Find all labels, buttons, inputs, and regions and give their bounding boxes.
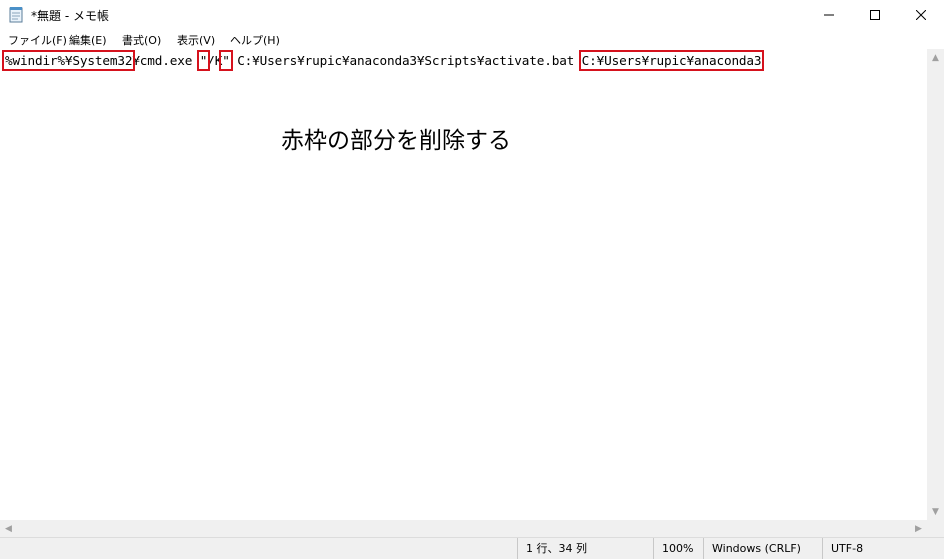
notepad-icon [9, 7, 23, 23]
scroll-left-icon[interactable]: ◀ [0, 520, 17, 537]
maximize-icon [870, 10, 880, 20]
title-bar: *無題 - メモ帳 [0, 0, 944, 30]
menu-file[interactable]: ファイル(F) [8, 32, 67, 48]
status-bar: 1 行、34 列 100% Windows (CRLF) UTF-8 [0, 537, 944, 559]
text-cmd: ¥cmd.exe [132, 53, 200, 68]
highlight-quote-close: " [219, 50, 233, 71]
vertical-scrollbar[interactable]: ▲ ▼ [927, 49, 944, 520]
status-line-ending: Windows (CRLF) [703, 538, 822, 559]
text-switch: /K [207, 53, 223, 68]
close-button[interactable] [898, 0, 944, 30]
text-editor[interactable]: %windir%¥System32¥cmd.exe "/K" C:¥Users¥… [0, 49, 927, 520]
menu-bar: ファイル(F) 編集(E) 書式(O) 表示(V) ヘルプ(H) [0, 30, 944, 49]
highlight-windir: %windir%¥System32 [1, 50, 136, 71]
status-position: 1 行、34 列 [517, 538, 651, 559]
window-title: *無題 - メモ帳 [31, 9, 109, 23]
maximize-button[interactable] [852, 0, 898, 30]
scroll-right-icon[interactable]: ▶ [910, 520, 927, 537]
minimize-button[interactable] [806, 0, 852, 30]
code-line: %windir%¥System32¥cmd.exe "/K" C:¥Users¥… [1, 50, 765, 71]
highlight-anaconda-path: C:¥Users¥rupic¥anaconda3 [578, 50, 765, 71]
menu-help[interactable]: ヘルプ(H) [230, 32, 280, 48]
scroll-down-icon[interactable]: ▼ [927, 503, 944, 520]
status-encoding: UTF-8 [822, 538, 944, 559]
text-activate: C:¥Users¥rupic¥anaconda3¥Scripts¥activat… [229, 53, 582, 68]
menu-view[interactable]: 表示(V) [177, 32, 215, 48]
menu-format[interactable]: 書式(O) [122, 32, 161, 48]
horizontal-scrollbar[interactable]: ◀ ▶ [0, 520, 927, 537]
status-zoom: 100% [653, 538, 702, 559]
close-icon [916, 10, 926, 20]
scroll-up-icon[interactable]: ▲ [927, 49, 944, 66]
menu-edit[interactable]: 編集(E) [69, 32, 107, 48]
annotation-text: 赤枠の部分を削除する [281, 128, 511, 154]
minimize-icon [824, 14, 834, 16]
scrollbar-corner [927, 520, 944, 537]
